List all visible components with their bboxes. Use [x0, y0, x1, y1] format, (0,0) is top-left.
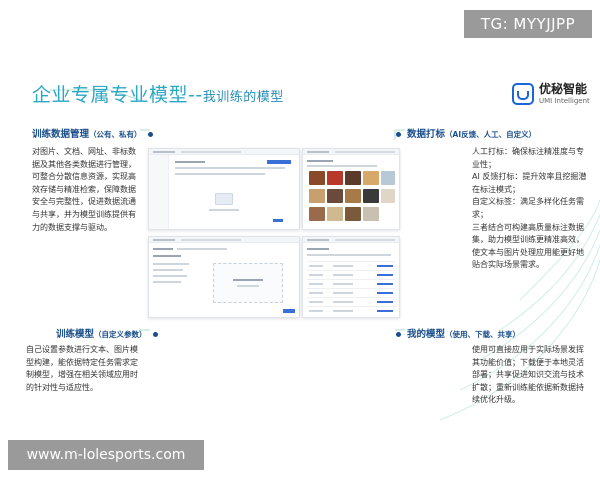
section-title-text: 训练数据管理: [32, 129, 90, 140]
umi-logo: 优秘智能 UMI Intelligent: [512, 82, 590, 106]
logo-en-text: UMI Intelligent: [539, 97, 590, 105]
title-sub-text: 我训练的模型: [202, 90, 284, 105]
body-line: 求；: [472, 209, 488, 219]
body-line: 部署；共享促进知识交流与技术: [472, 370, 584, 380]
section-title-annotation: 数据打标（AI反馈、人工、自定义）: [396, 126, 536, 140]
section-body-my-models: 使用可直接应用于实际场景发挥 其功能价值；下载便于本地灵活 部署；共享促进知识交…: [472, 344, 590, 407]
body-line: 使用可直接应用于实际场景发挥: [472, 345, 584, 354]
body-line: 自己设置参数进行文本、图片模: [26, 345, 138, 354]
body-line: 的针对性与适应性。: [26, 382, 98, 392]
umi-logo-icon: [512, 83, 534, 105]
title-separator: --: [188, 84, 203, 106]
body-line: 据及其他各类数据进行管理，: [32, 159, 136, 169]
body-line: 在标注模式；: [472, 184, 520, 194]
section-paren-text: （使用、下载、共享）: [445, 330, 521, 339]
logo-cn-text: 优秘智能: [539, 82, 588, 96]
body-line: 力的数据支撑与驱动。: [32, 222, 112, 232]
body-line: 与共享，并为模型训练提供有: [32, 209, 136, 219]
section-paren-text: （公有、私有）: [89, 130, 142, 139]
body-line: 续优化升级。: [472, 395, 520, 405]
bullet-dot-icon: [152, 332, 158, 337]
body-line: 型构建，能依据特定任务需求定: [26, 357, 138, 367]
page-title: 企业专属专业模型--我训练的模型: [32, 80, 284, 107]
watermark-url-badge: www.m-lolesports.com: [8, 440, 204, 470]
tg-tag-badge: TG: MYYJJPP: [464, 10, 592, 38]
body-line: 安全与完整性，促进数据流通: [32, 197, 136, 207]
body-line: 自定义标签：满足多样化任务需: [472, 197, 584, 207]
section-body-data-management: 对图片、文档、网址、非标数 据及其他各类数据进行管理， 可整合分散信息资源，实现…: [32, 146, 142, 234]
body-line: 可整合分散信息资源，实现高: [32, 172, 136, 182]
body-line: 人工打标：确保标注精准度与专: [472, 147, 584, 156]
section-title-training: 训练模型（自定义参数）: [56, 326, 158, 340]
screenshot-my-models: [302, 236, 400, 318]
section-body-annotation: 人工打标：确保标注精准度与专 业性； AI 反馈打标：提升效率且挖掘潜 在标注模…: [472, 146, 590, 272]
section-title-text: 数据打标: [407, 129, 446, 140]
bullet-dot-icon: [396, 332, 401, 337]
section-body-training: 自己设置参数进行文本、图片模 型构建，能依据特定任务需求定 制模型，增强在相关领…: [26, 344, 144, 394]
title-main-text: 企业专属专业模型: [32, 84, 189, 106]
bullet-dot-icon: [147, 132, 153, 137]
section-title-text: 训练模型: [56, 329, 95, 340]
body-line: 效存储与精准检索，保障数据: [32, 184, 136, 194]
section-title-data-management: 训练数据管理（公有、私有）: [32, 126, 153, 140]
body-line: 制模型，增强在相关领域应用时: [26, 370, 138, 380]
body-line: 对图片、文档、网址、非标数: [32, 147, 136, 156]
screenshot-training: [148, 236, 300, 318]
body-line: 使文本与图片处理应用能更好地: [472, 247, 584, 257]
screenshot-data-management: [148, 148, 300, 230]
section-paren-text: （AI反馈、人工、自定义）: [445, 130, 537, 139]
body-line: 扩散；重新训练能依据新数据持: [472, 382, 584, 392]
body-line: 集，助力模型训练更精准高效，: [472, 235, 584, 245]
body-line: 贴合实际场景需求。: [472, 260, 544, 270]
body-line: 三者结合可构建高质量标注数据: [472, 222, 584, 232]
body-line: 其功能价值；下载便于本地灵活: [472, 357, 584, 367]
bullet-dot-icon: [396, 132, 401, 137]
section-paren-text: （自定义参数）: [94, 330, 147, 339]
section-title-my-models: 我的模型（使用、下载、共享）: [396, 326, 520, 340]
body-line: AI 反馈打标：提升效率且挖掘潜: [472, 172, 587, 182]
section-title-text: 我的模型: [407, 329, 446, 340]
screenshot-annotation: [302, 148, 400, 230]
body-line: 业性；: [472, 159, 496, 169]
